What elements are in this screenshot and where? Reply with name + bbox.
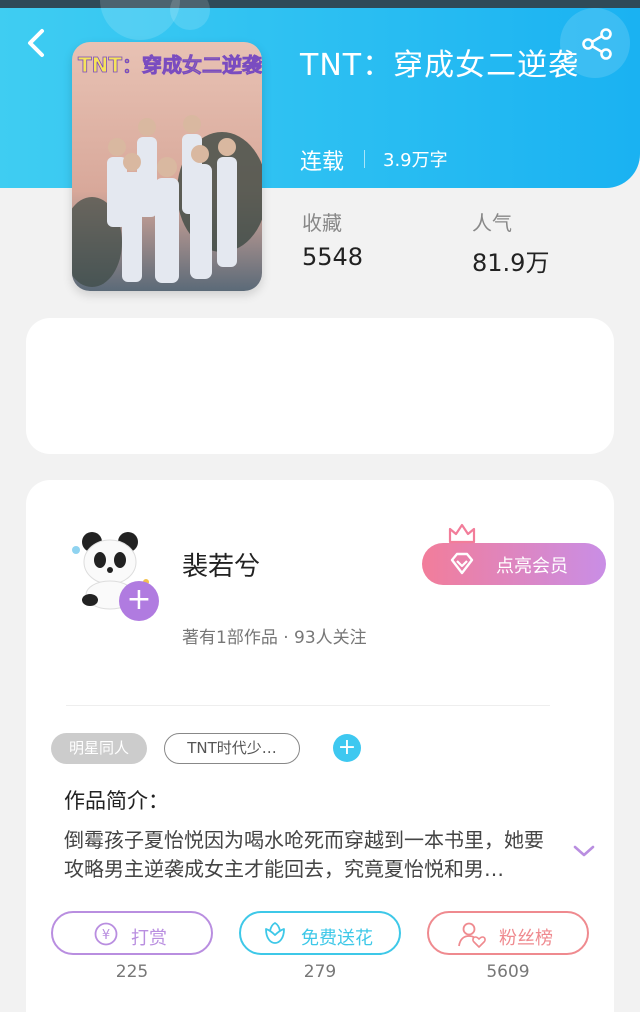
reward-count: 225 xyxy=(115,962,149,982)
placeholder-card xyxy=(26,318,614,454)
send-flower-label: 免费送花 xyxy=(301,928,373,949)
flower-count: 279 xyxy=(303,962,337,982)
reward-label: 打赏 xyxy=(131,928,167,949)
reward-button[interactable]: ¥ 打赏 xyxy=(51,911,213,955)
category-tag[interactable]: 明星同人 xyxy=(51,733,147,764)
divider xyxy=(66,705,550,706)
diamond-icon xyxy=(450,552,474,575)
word-count: 3.9万字 xyxy=(383,150,448,171)
book-title: TNT：穿成女二逆袭 xyxy=(300,48,580,83)
fan-ranking-count: 5609 xyxy=(486,962,530,982)
book-cover[interactable]: TNT：穿成女二逆袭 xyxy=(72,42,262,291)
divider xyxy=(364,150,365,168)
chevron-left-icon xyxy=(28,29,44,57)
send-flower-button[interactable]: 免费送花 xyxy=(239,911,401,955)
chevron-down-icon xyxy=(573,845,595,857)
favorites-label: 收藏 xyxy=(302,211,342,235)
svg-text:¥: ¥ xyxy=(102,928,110,943)
author-name[interactable]: 裴若兮 xyxy=(182,546,260,583)
add-tag-button[interactable]: + xyxy=(333,734,361,762)
follow-author-button[interactable]: + xyxy=(119,581,159,621)
cover-title: TNT：穿成女二逆袭 xyxy=(78,53,262,77)
topic-tag[interactable]: TNT时代少… xyxy=(164,733,300,764)
popularity-value: 81.9万 xyxy=(472,249,550,277)
crown-icon xyxy=(448,523,476,544)
status-strip xyxy=(0,0,640,8)
favorites-value: 5548 xyxy=(302,243,364,271)
cover-image: TNT：穿成女二逆袭 xyxy=(72,42,262,291)
popularity-label: 人气 xyxy=(472,211,512,235)
book-status: 连载 xyxy=(300,150,345,175)
vip-button-label: 点亮会员 xyxy=(496,556,568,577)
back-button[interactable] xyxy=(22,26,52,60)
fan-ranking-button[interactable]: 粉丝榜 xyxy=(427,911,589,955)
fan-ranking-label: 粉丝榜 xyxy=(499,928,553,949)
author-meta: 著有1部作品 · 93人关注 xyxy=(182,628,367,648)
intro-text: 倒霉孩子夏怡悦因为喝水呛死而穿越到一本书里，她要攻略男主逆袭成女主才能回去，究竟… xyxy=(64,828,544,881)
expand-intro-button[interactable] xyxy=(570,840,598,862)
yuan-coin-icon: ¥ xyxy=(94,922,118,946)
user-heart-icon xyxy=(458,922,486,948)
flower-icon xyxy=(265,921,285,944)
intro-title: 作品简介： xyxy=(64,789,169,813)
